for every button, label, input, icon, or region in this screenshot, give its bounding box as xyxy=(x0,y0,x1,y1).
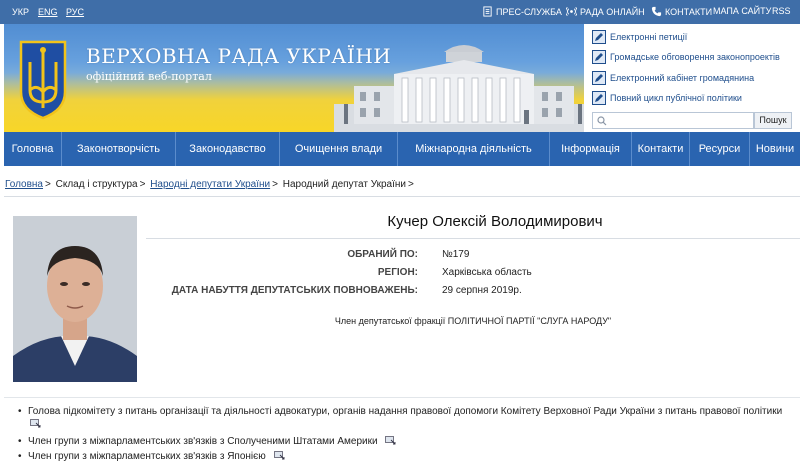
contacts-label: КОНТАКТИ xyxy=(665,6,713,17)
nav-item-contacts[interactable]: Контакти xyxy=(632,132,690,166)
field-label-district: ОБРАНИЙ ПО: xyxy=(347,249,418,260)
nav-item-resources[interactable]: Ресурси xyxy=(690,132,750,166)
phone-icon xyxy=(651,6,662,17)
divider xyxy=(146,238,800,239)
sitemap-label: МАПА САЙТУ xyxy=(713,6,772,16)
breadcrumb-deputies[interactable]: Народні депутати України xyxy=(150,179,270,190)
faction-membership: Член депутатської фракції ПОЛІТИЧНОЇ ПАР… xyxy=(334,316,612,326)
search-icon xyxy=(597,116,607,126)
deputy-photo xyxy=(13,216,137,382)
external-link-icon[interactable] xyxy=(385,436,396,445)
breadcrumb-separator: > xyxy=(408,179,414,190)
list-item: Член групи з міжпарламентських зв'язків … xyxy=(18,450,800,463)
nav-item-news[interactable]: Новини xyxy=(750,132,800,166)
deputy-portrait-image xyxy=(13,216,137,382)
contacts-link[interactable]: КОНТАКТИ xyxy=(651,6,712,17)
field-value-term-start: 29 серпня 2019р. xyxy=(442,285,522,296)
field-value-district: №179 xyxy=(442,249,470,260)
quick-link-public-policy[interactable]: Повний цикл публічної політики xyxy=(592,91,742,105)
pen-icon xyxy=(592,30,606,44)
parliament-building-image xyxy=(334,45,594,132)
breadcrumb-separator: > xyxy=(272,179,278,190)
position-text: Голова підкомітету з питань організації … xyxy=(28,406,783,417)
quick-links-panel: Електронні петиції Громадське обговоренн… xyxy=(584,24,800,132)
position-text: Член групи з міжпарламентських зв'язків … xyxy=(28,436,378,447)
printer-icon xyxy=(483,6,492,17)
breadcrumb-home[interactable]: Головна xyxy=(5,179,43,190)
lang-ukr-link[interactable]: УКР xyxy=(12,7,29,17)
broadcast-icon xyxy=(566,7,577,16)
quick-link-citizen-cabinet[interactable]: Електронний кабінет громадянина xyxy=(592,71,754,85)
quick-link-public-discussion[interactable]: Громадське обговорення законопроектів xyxy=(592,50,780,64)
lang-rus-link[interactable]: РУС xyxy=(66,7,84,17)
main-nav: Головна Законотворчість Законодавство Оч… xyxy=(4,132,800,166)
quick-link-label: Громадське обговорення законопроектів xyxy=(610,52,780,62)
site-subtitle: офіційний веб-портал xyxy=(86,70,212,83)
breadcrumb: Головна > Склад і структура > Народні депу… xyxy=(5,179,416,190)
lang-ukr[interactable]: УКР xyxy=(12,7,29,17)
quick-link-petitions[interactable]: Електронні петиції xyxy=(592,30,687,44)
quick-link-label: Електронні петиції xyxy=(610,32,688,42)
lang-eng[interactable]: ENG xyxy=(38,7,58,17)
coat-of-arms-icon[interactable] xyxy=(18,40,68,120)
external-link-icon[interactable] xyxy=(273,451,285,460)
search-button[interactable]: Пошук xyxy=(754,112,792,129)
nav-item-information[interactable]: Інформація xyxy=(550,132,632,166)
lang-rus[interactable]: РУС xyxy=(66,7,84,17)
external-link-icon[interactable] xyxy=(30,419,41,428)
breadcrumb-structure: Склад і структура xyxy=(55,179,138,190)
breadcrumb-separator: > xyxy=(45,179,51,190)
field-label-region: РЕГІОН: xyxy=(377,267,418,278)
rada-online-label: РАДА ОНЛАЙН xyxy=(580,6,645,17)
list-item: Голова підкомітету з питань організації … xyxy=(18,405,800,431)
search-input[interactable] xyxy=(592,112,754,129)
quick-link-label: Електронний кабінет громадянина xyxy=(610,73,755,83)
press-service-link[interactable]: ПРЕС-СЛУЖБА xyxy=(482,6,562,17)
lang-eng-link[interactable]: ENG xyxy=(38,7,58,17)
nav-item-legislation[interactable]: Законодавство xyxy=(176,132,280,166)
divider xyxy=(4,196,800,197)
sitemap-link[interactable]: МАПА САЙТУ xyxy=(713,6,771,16)
pen-icon xyxy=(592,91,606,105)
nav-item-lawmaking[interactable]: Законотворчість xyxy=(62,132,176,166)
site-banner: ВЕРХОВНА РАДА УКРАЇНИ офіційний веб-порт… xyxy=(4,24,800,132)
breadcrumb-current: Народний депутат України xyxy=(282,179,406,190)
pen-icon xyxy=(592,71,606,85)
search-box: Пошук xyxy=(592,112,792,129)
list-item: Член групи з міжпарламентських зв'язків … xyxy=(18,435,800,448)
rss-label: RSS xyxy=(772,6,791,16)
field-label-term-start: ДАТА НАБУТТЯ ДЕПУТАТСЬКИХ ПОВНОВАЖЕНЬ: xyxy=(171,285,418,296)
nav-item-international[interactable]: Міжнародна діяльність xyxy=(398,132,550,166)
positions-list: Голова підкомітету з питань організації … xyxy=(18,405,800,463)
divider xyxy=(4,397,800,398)
quick-link-label: Повний цикл публічної політики xyxy=(610,93,742,103)
nav-item-lustration[interactable]: Очищення влади xyxy=(280,132,398,166)
pen-icon xyxy=(592,50,606,64)
nav-item-home[interactable]: Головна xyxy=(4,132,62,166)
rada-online-link[interactable]: РАДА ОНЛАЙН xyxy=(566,6,645,17)
top-utility-bar: УКР ENG РУС ПРЕС-СЛУЖБА РАДА ОНЛАЙН КОНТ… xyxy=(0,0,800,24)
rss-link[interactable]: RSS xyxy=(772,6,791,16)
position-text: Член групи з міжпарламентських зв'язків … xyxy=(28,451,266,462)
press-service-label: ПРЕС-СЛУЖБА xyxy=(496,6,562,17)
field-value-region: Харківська область xyxy=(442,267,532,278)
breadcrumb-separator: > xyxy=(139,179,146,190)
deputy-name: Кучер Олексій Володимирович xyxy=(387,213,603,230)
